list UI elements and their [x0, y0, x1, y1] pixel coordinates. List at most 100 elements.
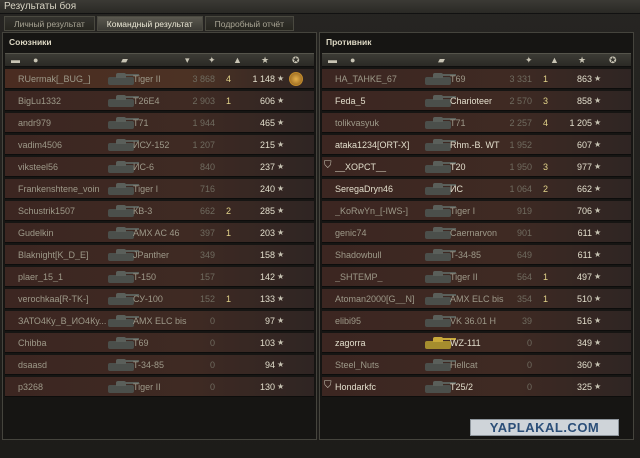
damage-value: 0 — [209, 360, 215, 370]
player-row[interactable]: _KoRwYn_[-IWS-] Tiger I 919 706 ★ — [322, 201, 631, 221]
player-row[interactable]: andr979 T71 1 944 465 ★ — [5, 113, 314, 133]
sort-chevron-icon[interactable]: ▾ — [185, 55, 190, 66]
player-row[interactable]: BigLu1332 T26E4 2 903 1 606 ★ — [5, 91, 314, 111]
xp-star-icon: ★ — [594, 294, 602, 303]
player-row[interactable]: Gudelkin AMX AC 46 397 1 203 ★ — [5, 223, 314, 243]
player-name: andr979 — [18, 118, 52, 128]
xp-value: 858 — [576, 96, 592, 106]
frag-icon[interactable]: ▲ — [550, 55, 559, 66]
damage-icon[interactable]: ✦ — [208, 55, 216, 66]
player-row[interactable]: SeregaDryn46 ИС 1 064 2 662 ★ — [322, 179, 631, 199]
damage-icon[interactable]: ✦ — [525, 55, 533, 66]
player-row[interactable]: HA_TAHKE_67 T69 3 331 1 863 ★ — [322, 69, 631, 89]
player-row[interactable]: viksteel56 ИС-6 840 237 ★ — [5, 157, 314, 177]
player-row[interactable]: RUermak[_BUG_] Tiger II 3 868 4 1 148 ★ — [5, 69, 314, 89]
player-name: Frankenshtene_voin — [18, 184, 100, 194]
player-name: _KoRwYn_[-IWS-] — [335, 206, 409, 216]
player-row[interactable]: Feda_5 Charioteer 2 570 3 858 ★ — [322, 91, 631, 111]
damage-value: 397 — [199, 228, 215, 238]
watermark-logo: YAPLAKAL.COM — [470, 419, 619, 436]
xp-star-icon: ★ — [594, 140, 602, 149]
damage-value: 662 — [199, 206, 215, 216]
player-row[interactable]: elibi95 VK 36.01 H 39 516 ★ — [322, 311, 631, 331]
xp-star-icon: ★ — [594, 74, 602, 83]
xp-value: 240 — [259, 184, 275, 194]
xp-star-icon: ★ — [594, 162, 602, 171]
player-icon[interactable]: ● — [350, 55, 355, 66]
kills-value: 1 — [225, 228, 231, 238]
player-row[interactable]: plaer_15_1 T-150 157 142 ★ — [5, 267, 314, 287]
damage-value: 2 570 — [509, 96, 532, 106]
kills-value: 2 — [225, 206, 231, 216]
tank-icon[interactable]: ▰ — [438, 55, 445, 66]
xp-value: 360 — [576, 360, 592, 370]
allies-panel: Союзники ▬ ● ▰ ▾ ✦ ▲ ★ ✪ RUermak[_BUG_] T… — [2, 32, 317, 440]
damage-value: 0 — [209, 316, 215, 326]
player-row[interactable]: Steel_Nuts Hellcat 0 360 ★ — [322, 355, 631, 375]
enemies-column-header: ▬ ● ▰ ✦ ▲ ★ ✪ — [322, 53, 631, 67]
player-name: genic74 — [335, 228, 367, 238]
xp-star-icon: ★ — [277, 140, 285, 149]
medal-icon[interactable]: ✪ — [609, 55, 617, 66]
tab-team-result[interactable]: Командный результат — [96, 16, 203, 31]
damage-value: 716 — [199, 184, 215, 194]
xp-value: 97 — [264, 316, 275, 326]
xp-star-icon: ★ — [594, 184, 602, 193]
player-row[interactable]: Blaknight[K_D_E] JPanther 349 158 ★ — [5, 245, 314, 265]
xp-value: 133 — [259, 294, 275, 304]
xp-star-icon: ★ — [277, 250, 285, 259]
xp-star-icon: ★ — [594, 382, 602, 391]
player-name: Schustrik1507 — [18, 206, 76, 216]
player-row[interactable]: p3268 Tiger II 0 130 ★ — [5, 377, 314, 397]
tab-personal-result[interactable]: Личный результат — [4, 16, 95, 31]
player-row[interactable]: ЗАТО4Ку_В_ИО4Ку... AMX ELC bis 0 97 ★ — [5, 311, 314, 331]
damage-value: 0 — [209, 382, 215, 392]
player-row[interactable]: dsaasd T-34-85 0 94 ★ — [5, 355, 314, 375]
player-row[interactable]: ataka1234[ORT-X] Rhm.-B. WT 1 952 607 ★ — [322, 135, 631, 155]
squad-icon[interactable]: ▬ — [328, 55, 337, 66]
player-row[interactable]: tolikvasyuk T71 2 257 4 1 205 ★ — [322, 113, 631, 133]
xp-value: 215 — [259, 140, 275, 150]
player-row[interactable]: ⛉ Hondarkfc T25/2 0 325 ★ — [322, 377, 631, 397]
player-name: p3268 — [18, 382, 44, 392]
tab-detailed-report[interactable]: Подробный отчёт — [204, 16, 294, 31]
xp-value: 103 — [259, 338, 275, 348]
xp-star-icon[interactable]: ★ — [578, 55, 586, 66]
player-row[interactable]: Shadowbull T-34-85 649 611 ★ — [322, 245, 631, 265]
xp-star-icon: ★ — [277, 184, 285, 193]
ribbon-icon: ⛉ — [324, 380, 332, 391]
player-row[interactable]: Frankenshtene_voin Tiger I 716 240 ★ — [5, 179, 314, 199]
player-row[interactable]: Atoman2000[G__N] AMX ELC bis 354 1 510 ★ — [322, 289, 631, 309]
squad-icon[interactable]: ▬ — [11, 55, 20, 66]
player-row[interactable]: _SHTEMP_ Tiger II 564 1 497 ★ — [322, 267, 631, 287]
frag-icon[interactable]: ▲ — [233, 55, 242, 66]
tank-icon[interactable]: ▰ — [121, 55, 128, 66]
medal-icon[interactable]: ✪ — [292, 55, 300, 66]
player-row[interactable]: Schustrik1507 КВ-3 662 2 285 ★ — [5, 201, 314, 221]
xp-star-icon: ★ — [594, 118, 602, 127]
allies-title: Союзники — [9, 37, 52, 47]
enemies-title: Противник — [326, 37, 372, 47]
damage-value: 349 — [199, 250, 215, 260]
xp-value: 606 — [259, 96, 275, 106]
player-row[interactable]: Chibba T69 0 103 ★ — [5, 333, 314, 353]
title-bar: Результаты боя — [0, 0, 640, 14]
xp-star-icon: ★ — [277, 206, 285, 215]
damage-value: 564 — [516, 272, 532, 282]
window-title: Результаты боя — [4, 1, 77, 12]
player-name: elibi95 — [335, 316, 362, 326]
player-row[interactable]: ⛉ __XOPCT__ T20 1 950 3 977 ★ — [322, 157, 631, 177]
player-name: zagorra — [335, 338, 366, 348]
player-icon[interactable]: ● — [33, 55, 38, 66]
kills-value: 1 — [542, 272, 548, 282]
xp-star-icon[interactable]: ★ — [261, 55, 269, 66]
medal-icon[interactable] — [289, 72, 303, 86]
player-row[interactable]: verochkaa[R-TK-] СУ-100 152 1 133 ★ — [5, 289, 314, 309]
player-row[interactable]: vadim4506 ИСУ-152 1 207 215 ★ — [5, 135, 314, 155]
player-row[interactable]: genic74 Caernarvon 901 611 ★ — [322, 223, 631, 243]
xp-value: 94 — [264, 360, 275, 370]
kills-value: 4 — [225, 74, 231, 84]
player-row[interactable]: zagorra WZ-111 0 349 ★ — [322, 333, 631, 353]
player-name: tolikvasyuk — [335, 118, 380, 128]
xp-star-icon: ★ — [277, 382, 285, 391]
